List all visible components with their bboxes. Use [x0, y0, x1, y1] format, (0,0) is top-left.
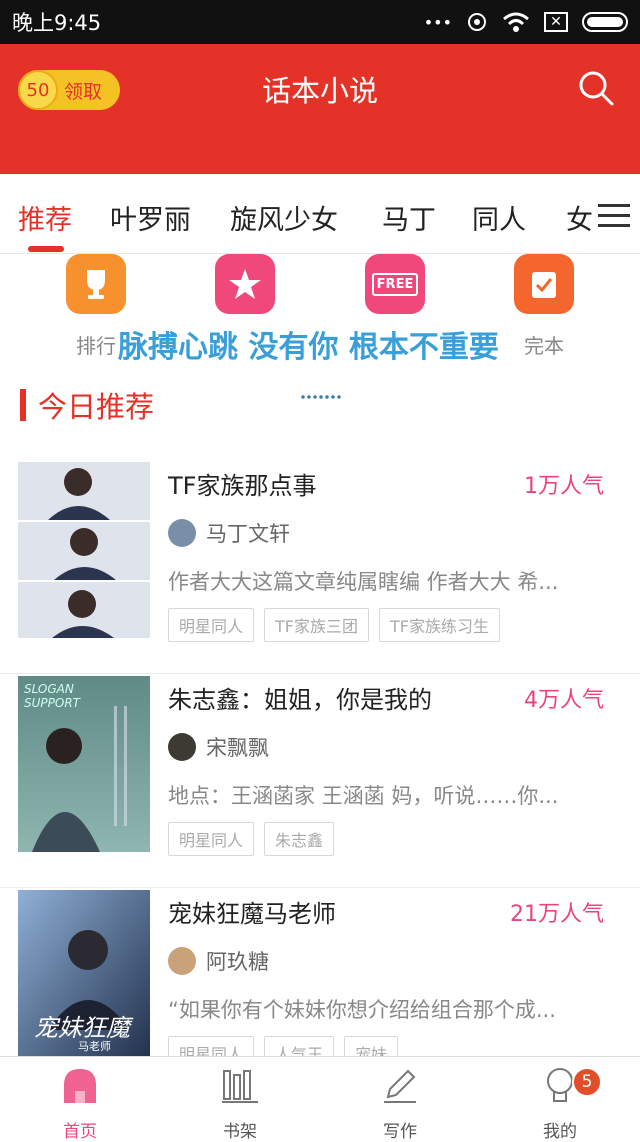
book-title: 朱志鑫：姐姐，你是我的 — [168, 686, 432, 714]
app-title: 话本小说 — [261, 74, 378, 108]
book-tag[interactable]: 明星同人 — [168, 822, 255, 856]
nav-label-home: 首页 — [63, 1122, 97, 1142]
book-tag[interactable]: 朱志鑫 — [264, 822, 335, 856]
cover-text: SLOGAN SUPPORT — [24, 682, 80, 710]
book-description: 作者大大这篇文章纯属瞎编 作者大大 希... — [168, 570, 559, 594]
book-cover: SLOGAN SUPPORT — [18, 676, 150, 852]
book-tags: 明星同人 TF家族三团 TF家族练习生 — [168, 608, 500, 642]
book-item[interactable]: SLOGAN SUPPORT 朱志鑫：姐姐，你是我的 4万人气 宋飘飘 地点：王… — [0, 676, 640, 888]
quick-completed[interactable]: 完本 — [489, 254, 599, 359]
sim-icon: ✕ — [544, 12, 568, 32]
nav-label-bookshelf: 书架 — [223, 1122, 257, 1142]
tab-fanfic[interactable]: 同人 — [472, 198, 526, 237]
nav-label-write: 写作 — [383, 1122, 417, 1142]
free-icon: FREE — [365, 254, 425, 314]
book-description: “如果你有个妹妹你想介绍给组合那个成... — [168, 998, 556, 1022]
free-sign-text: FREE — [371, 272, 419, 296]
tab-recommend[interactable]: 推荐 — [18, 198, 72, 237]
book-author[interactable]: 马丁文轩 — [168, 518, 290, 548]
quick-label-completed: 完本 — [524, 334, 564, 358]
status-icons: ••• ✕ — [424, 11, 628, 33]
nav-profile[interactable]: 5 我的 — [510, 1065, 610, 1142]
battery-icon — [582, 12, 628, 32]
author-avatar — [168, 519, 196, 547]
nav-label-profile: 我的 — [543, 1122, 577, 1142]
sync-icon — [468, 13, 486, 31]
book-description: 地点：王涵菡家 王涵菡 妈，听说……你... — [168, 784, 559, 808]
book-author[interactable]: 宋飘飘 — [168, 732, 269, 762]
book-popularity: 4万人气 — [524, 688, 604, 713]
nav-bookshelf[interactable]: 书架 — [190, 1065, 290, 1142]
book-tags: 明星同人 朱志鑫 — [168, 822, 335, 856]
section-accent-bar — [20, 389, 26, 421]
category-tabs: 推荐 叶罗丽 旋风少女 马丁 同人 女 — [0, 174, 640, 254]
book-popularity: 21万人气 — [510, 902, 604, 927]
star-icon — [215, 254, 275, 314]
section-header: 今日推荐 — [20, 384, 154, 426]
book-tag[interactable]: 明星同人 — [168, 608, 255, 642]
check-icon — [514, 254, 574, 314]
author-name: 宋飘飘 — [206, 736, 269, 760]
book-cover: 宠妹狂魔 马老师 — [18, 890, 150, 1066]
book-tag[interactable]: TF家族三团 — [264, 608, 369, 642]
book-author[interactable]: 阿玖糖 — [168, 946, 269, 976]
tab-yeluoli[interactable]: 叶罗丽 — [110, 198, 191, 237]
bottom-nav: 首页 书架 写作 5 我的 — [0, 1056, 640, 1142]
menu-icon[interactable] — [598, 204, 630, 228]
author-name: 阿玖糖 — [206, 950, 269, 974]
more-dots-icon: ••• — [423, 12, 452, 32]
nav-write[interactable]: 写作 — [350, 1065, 450, 1142]
author-avatar — [168, 947, 196, 975]
book-popularity: 1万人气 — [524, 474, 604, 499]
quick-free[interactable]: FREE — [340, 254, 450, 330]
author-name: 马丁文轩 — [206, 522, 290, 546]
cover-subtitle: 马老师 — [78, 1040, 111, 1053]
overlay-caption: 脉搏心跳 没有你 根本不重要 — [118, 330, 499, 365]
author-avatar — [168, 733, 196, 761]
home-icon — [64, 1069, 96, 1103]
tab-mading[interactable]: 马丁 — [382, 198, 436, 237]
tab-whirlwind-girl[interactable]: 旋风少女 — [230, 198, 338, 237]
nav-home[interactable]: 首页 — [30, 1065, 130, 1142]
search-icon[interactable] — [578, 70, 614, 106]
book-title: TF家族那点事 — [168, 472, 317, 500]
book-item[interactable]: TF家族那点事 1万人气 马丁文轩 作者大大这篇文章纯属瞎编 作者大大 希...… — [0, 462, 640, 674]
status-time: 晚上9:45 — [12, 11, 102, 35]
trophy-icon — [66, 254, 126, 314]
tab-indicator — [28, 246, 64, 252]
tab-female[interactable]: 女 — [566, 198, 593, 237]
book-title: 宠妹狂魔马老师 — [168, 900, 336, 928]
wifi-icon — [503, 12, 529, 32]
book-cover — [18, 462, 150, 638]
bookshelf-icon — [222, 1070, 258, 1103]
section-title: 今日推荐 — [38, 390, 155, 424]
notification-badge: 5 — [572, 1067, 602, 1097]
status-bar: 晚上9:45 ••• ✕ — [0, 0, 640, 44]
quick-favorites[interactable] — [190, 254, 300, 330]
pen-icon — [384, 1069, 416, 1103]
book-tag[interactable]: TF家族练习生 — [379, 608, 500, 642]
pager-dots — [300, 394, 342, 400]
